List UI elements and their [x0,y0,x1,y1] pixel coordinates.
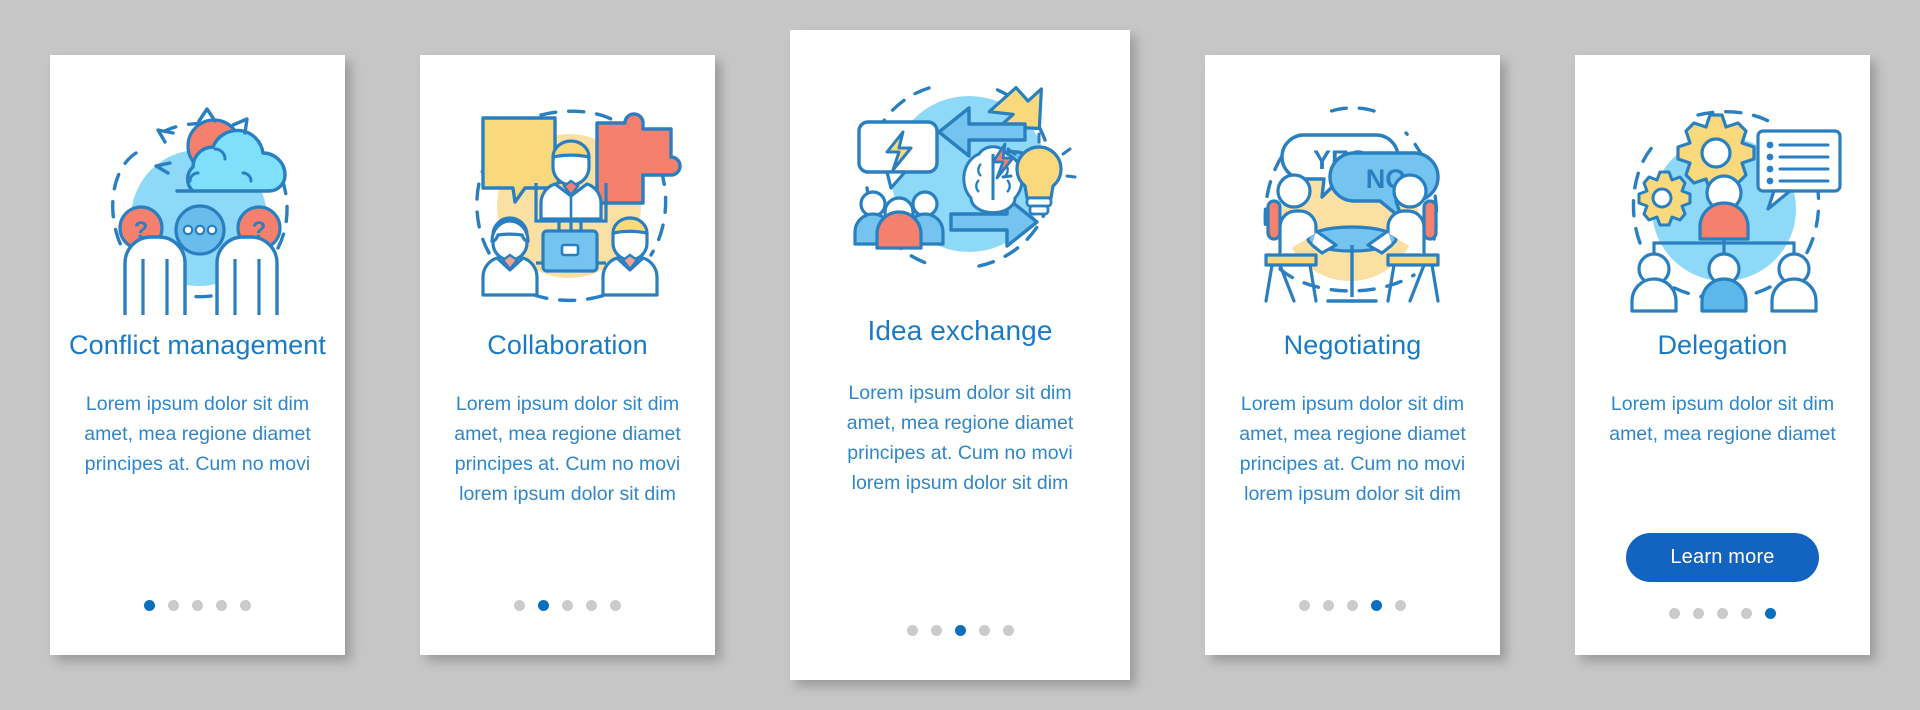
card-title: Idea exchange [867,315,1053,346]
card-body-text: Lorem ipsum dolor sit dim amet, mea regi… [846,382,1074,494]
pagination-dot[interactable] [930,625,942,636]
pagination-dots[interactable] [1669,608,1776,619]
card-body-text: Lorem ipsum dolor sit dim amet, mea regi… [454,393,681,505]
onboarding-card-idea-exchange[interactable]: Idea exchange Lorem ipsum dolor sit dim … [790,30,1130,680]
onboarding-card-collaboration[interactable]: Collaboration Lorem ipsum dolor sit dim … [420,55,715,655]
card-body-text: Lorem ipsum dolor sit dim amet, mea regi… [1609,393,1836,445]
pagination-dot[interactable] [954,625,966,636]
pagination-dots[interactable] [1299,600,1406,611]
pagination-dot[interactable] [514,600,525,611]
pagination-dot[interactable] [240,600,251,611]
pagination-dot[interactable] [610,600,621,611]
pagination-dot[interactable] [586,600,597,611]
idea-exchange-illustration [790,30,1130,303]
card-body-text: Lorem ipsum dolor sit dim amet, mea regi… [84,393,311,475]
pagination-dot[interactable] [1347,600,1358,611]
pagination-dot[interactable] [1299,600,1310,611]
pagination-dot[interactable] [978,625,990,636]
pagination-dot[interactable] [1395,600,1406,611]
card-title: Collaboration [487,330,648,360]
pagination-dots[interactable] [514,600,621,611]
pagination-dot[interactable] [562,600,573,611]
pagination-dot[interactable] [1717,608,1728,619]
collaboration-illustration [420,55,715,318]
pagination-dot[interactable] [1693,608,1704,619]
pagination-dots[interactable] [144,600,251,611]
pagination-dot[interactable] [1323,600,1334,611]
pagination-dot[interactable] [1669,608,1680,619]
card-body-text: Lorem ipsum dolor sit dim amet, mea regi… [1239,393,1466,505]
pagination-dot[interactable] [538,600,549,611]
pagination-dot[interactable] [1371,600,1382,611]
card-title: Negotiating [1283,330,1422,360]
onboarding-card-conflict-management[interactable]: ? ? Conflict management Lorem ipsum dolo… [50,55,345,655]
pagination-dot[interactable] [192,600,203,611]
pagination-dot[interactable] [1002,625,1014,636]
pagination-dot[interactable] [216,600,227,611]
pagination-dot[interactable] [1765,608,1776,619]
onboarding-screens-canvas: ? ? Conflict management Lorem ipsum dolo… [0,0,1920,710]
conflict-management-illustration: ? ? [50,55,345,318]
card-title: Conflict management [68,330,327,360]
pagination-dot[interactable] [1741,608,1752,619]
onboarding-card-negotiating[interactable]: YES NO [1205,55,1500,655]
pagination-dot[interactable] [144,600,155,611]
card-title: Delegation [1657,330,1788,360]
pagination-dots[interactable] [906,625,1014,636]
learn-more-button[interactable]: Learn more [1626,533,1819,582]
pagination-dot[interactable] [906,625,918,636]
delegation-illustration [1575,55,1870,318]
onboarding-card-delegation[interactable]: Delegation Lorem ipsum dolor sit dim ame… [1575,55,1870,655]
negotiating-illustration: YES NO [1205,55,1500,318]
pagination-dot[interactable] [168,600,179,611]
